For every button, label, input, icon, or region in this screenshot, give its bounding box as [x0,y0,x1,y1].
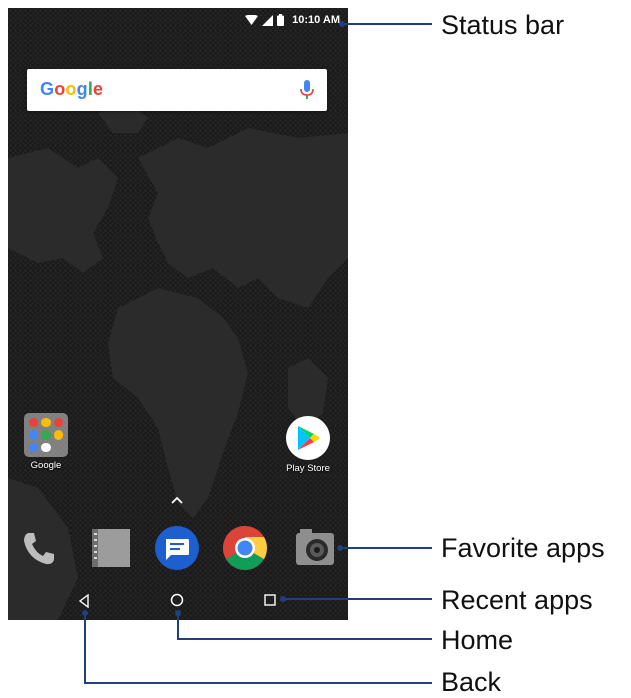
play-store-app[interactable]: Play Store [276,416,340,474]
status-time: 10:10 AM [292,14,340,26]
messages-icon[interactable] [154,525,200,571]
recent-apps-callout-label: Recent apps [441,585,593,615]
status-bar: 10:10 AM [245,10,340,30]
chrome-icon[interactable] [222,525,268,571]
status-bar-callout-label: Status bar [441,10,565,40]
home-callout-line-h [177,638,432,640]
contacts-icon[interactable] [88,525,134,571]
google-folder[interactable]: Google [20,413,72,471]
back-icon[interactable] [78,594,90,608]
play-store-icon [286,416,330,460]
back-callout-line-h [84,682,432,684]
wifi-icon [245,14,259,25]
google-logo: Google [40,79,104,99]
camera-icon[interactable] [292,525,338,571]
signal-icon [262,14,274,26]
recent-apps-icon[interactable] [264,594,276,606]
home-icon[interactable] [170,593,184,607]
mic-icon[interactable] [300,80,314,100]
home-callout-line-v [177,612,179,639]
back-callout-line-v [84,612,86,683]
battery-icon [277,14,285,26]
phone-screen: 10:10 AM Google Google Play Store [8,8,348,620]
google-folder-icon [24,413,68,457]
google-search-bar[interactable]: Google [27,69,327,111]
favorite-apps-callout-line [340,547,432,549]
app-drawer-caret-icon[interactable] [171,496,183,504]
home-callout-label: Home [441,625,514,655]
google-folder-label: Google [30,460,62,471]
status-bar-callout-line [342,23,432,25]
play-store-label: Play Store [286,463,330,474]
recent-apps-callout-line [283,598,432,600]
back-callout-label: Back [441,667,502,697]
phone-icon[interactable] [16,525,62,571]
favorite-apps-callout-label: Favorite apps [441,533,605,563]
